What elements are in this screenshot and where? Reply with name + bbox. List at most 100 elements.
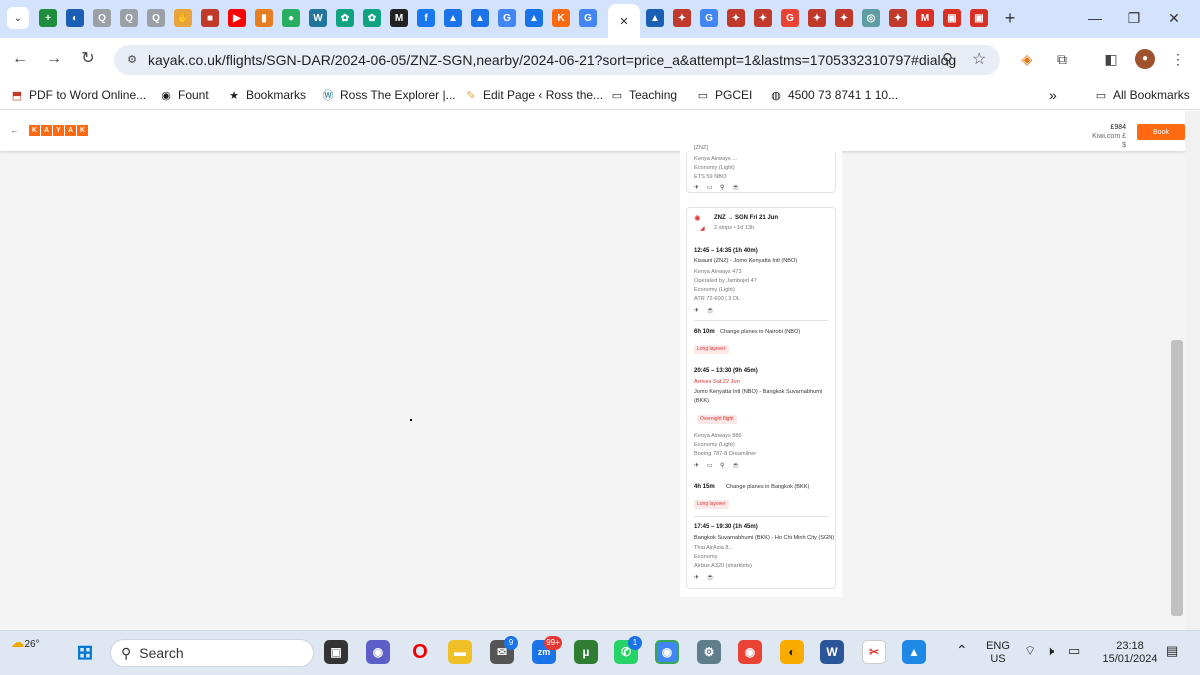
bookmark-item[interactable]: ⬒ PDF to Word Online... bbox=[10, 87, 146, 103]
hand-icon[interactable]: ✋ bbox=[174, 9, 192, 27]
menu-icon[interactable]: ⋮ bbox=[1168, 49, 1188, 69]
bookmark-folder[interactable]: ▭ Teaching bbox=[610, 87, 677, 103]
back-arrow-icon[interactable]: ← bbox=[10, 49, 30, 69]
bookmark-folder[interactable]: ▭ PGCEI bbox=[696, 87, 753, 103]
image-icon[interactable]: ▲ bbox=[471, 9, 489, 27]
image-icon[interactable]: ▲ bbox=[525, 9, 543, 27]
cluster-icon[interactable]: ✦ bbox=[835, 9, 853, 27]
airline-logo-icon: ✺ bbox=[694, 214, 701, 223]
site-settings-icon[interactable]: ⚙ bbox=[124, 52, 140, 68]
document-icon[interactable]: ▣ bbox=[943, 9, 961, 27]
extension-icon[interactable]: ◈ bbox=[1017, 49, 1037, 69]
opera-icon[interactable]: O bbox=[408, 640, 432, 664]
bookmark-icon[interactable]: ▮ bbox=[255, 9, 273, 27]
back-arrow-icon[interactable]: ← bbox=[10, 125, 19, 135]
youtube-icon[interactable]: ▶ bbox=[228, 9, 246, 27]
new-tab-button[interactable]: + bbox=[1000, 8, 1020, 28]
utorrent-icon[interactable]: µ bbox=[574, 640, 598, 664]
segment-subtitle: 2 stops • 1d 13h bbox=[714, 225, 755, 231]
pen-icon: ✎ bbox=[466, 89, 476, 102]
settings-icon[interactable]: ⚙ bbox=[697, 640, 721, 664]
zoom-icon[interactable]: ⚲ bbox=[942, 50, 953, 68]
document-icon[interactable]: ▣ bbox=[970, 9, 988, 27]
kayak-logo[interactable]: KAYAK bbox=[29, 125, 88, 136]
globe-icon[interactable]: ◐ bbox=[66, 9, 84, 27]
close-tab-icon[interactable]: × bbox=[620, 13, 629, 30]
facebook-icon[interactable]: f bbox=[417, 9, 435, 27]
wordpress-icon: Ⓦ bbox=[322, 90, 334, 102]
kayak-icon[interactable]: K bbox=[552, 9, 570, 27]
bookmark-item[interactable]: ★ Bookmarks bbox=[227, 87, 306, 103]
chrome-profile-icon[interactable]: ◉ bbox=[738, 640, 762, 664]
url-text[interactable]: kayak.co.uk/flights/SGN-DAR/2024-06-05/Z… bbox=[148, 52, 956, 68]
layover-duration: 4h 15m bbox=[694, 484, 715, 490]
volume-muted-icon[interactable]: 🕨 bbox=[1046, 644, 1054, 657]
photos-icon[interactable]: ▲ bbox=[902, 640, 926, 664]
minimize-icon[interactable]: — bbox=[1083, 8, 1107, 28]
g-icon[interactable]: G bbox=[700, 9, 718, 27]
side-panel-icon[interactable]: ◧ bbox=[1101, 49, 1121, 69]
word-icon[interactable]: W bbox=[820, 640, 844, 664]
forward-arrow-icon[interactable]: → bbox=[44, 49, 64, 69]
file-explorer-icon[interactable]: ▬ bbox=[448, 640, 472, 664]
cluster-icon[interactable]: ✦ bbox=[673, 9, 691, 27]
battery-icon[interactable]: ▭ bbox=[1068, 644, 1080, 657]
reload-icon[interactable]: ↻ bbox=[78, 49, 98, 69]
cluster-icon[interactable]: ✦ bbox=[889, 9, 907, 27]
weather-widget[interactable]: ☁26° bbox=[8, 635, 42, 651]
app-icon[interactable]: ◐ bbox=[780, 640, 804, 664]
address-bar[interactable]: ⚙ kayak.co.uk/flights/SGN-DAR/2024-06-05… bbox=[114, 45, 1000, 75]
notifications-icon[interactable]: ▤ bbox=[1166, 644, 1178, 657]
wordpress-icon[interactable]: W bbox=[309, 9, 327, 27]
clapper-icon[interactable]: ■ bbox=[201, 9, 219, 27]
task-view-icon[interactable]: ▣ bbox=[324, 640, 348, 664]
sail-icon[interactable]: ▲ bbox=[646, 9, 664, 27]
active-tab[interactable]: × bbox=[608, 4, 640, 38]
book-button[interactable]: Book bbox=[1137, 124, 1185, 140]
profile-avatar[interactable]: ● bbox=[1135, 49, 1155, 69]
wifi-icon[interactable]: ⌔ bbox=[1024, 644, 1036, 657]
bookmarks-overflow-button[interactable]: » bbox=[1049, 87, 1057, 103]
tab-search-dropdown-icon[interactable]: ⌄ bbox=[7, 7, 29, 29]
segment-title: ZNZ → SGN Fri 21 Jun bbox=[714, 215, 779, 221]
extensions-puzzle-icon[interactable]: ⧉ bbox=[1052, 49, 1072, 69]
taskbar-search[interactable]: ⚲ Search bbox=[110, 639, 314, 667]
all-bookmarks-button[interactable]: ▭ All Bookmarks bbox=[1094, 87, 1190, 103]
bookmark-star-icon[interactable]: ☆ bbox=[972, 49, 986, 69]
leg-route: (BKK) bbox=[694, 398, 709, 404]
clock[interactable]: 23:18 15/01/2024 bbox=[1100, 640, 1160, 666]
g-icon[interactable]: G bbox=[579, 9, 597, 27]
bookmark-item[interactable]: ✎ Edit Page ‹ Ross the... bbox=[464, 87, 603, 103]
image-icon[interactable]: ▲ bbox=[444, 9, 462, 27]
scrollbar-thumb[interactable] bbox=[1171, 340, 1183, 616]
layover-text: Change planes in Nairobi (NBO) bbox=[720, 329, 801, 335]
gmail-icon[interactable]: M bbox=[916, 9, 934, 27]
language-indicator[interactable]: ENG US bbox=[982, 640, 1014, 666]
search-icon[interactable]: Q bbox=[147, 9, 165, 27]
leg-aircraft: Boeing 787-8 Dreamliner bbox=[694, 451, 757, 457]
search-icon[interactable]: Q bbox=[120, 9, 138, 27]
chevron-up-icon[interactable]: ⌃ bbox=[956, 643, 968, 657]
cluster-icon[interactable]: ✦ bbox=[727, 9, 745, 27]
bookmark-item[interactable]: Ⓦ Ross The Explorer |... bbox=[321, 87, 456, 103]
cluster-icon[interactable]: ✦ bbox=[754, 9, 772, 27]
openai-icon[interactable]: ✿ bbox=[336, 9, 354, 27]
google-icon[interactable]: G bbox=[781, 9, 799, 27]
chrome-icon[interactable]: ◉ bbox=[655, 640, 679, 664]
cluster-icon[interactable]: ✦ bbox=[808, 9, 826, 27]
teams-icon[interactable]: ◉ bbox=[366, 640, 390, 664]
mm-icon[interactable]: M bbox=[390, 9, 408, 27]
snipping-tool-icon[interactable]: ✂ bbox=[862, 640, 886, 664]
bookmark-item[interactable]: ◉ Fount bbox=[159, 87, 209, 103]
restore-icon[interactable]: ❐ bbox=[1122, 8, 1146, 28]
scrollbar-track[interactable] bbox=[1185, 111, 1200, 630]
start-button[interactable]: ⊞ bbox=[73, 640, 97, 664]
spiral-icon[interactable]: ◎ bbox=[862, 9, 880, 27]
search-icon[interactable]: Q bbox=[93, 9, 111, 27]
sheets-icon[interactable]: + bbox=[39, 9, 57, 27]
g-icon[interactable]: G bbox=[498, 9, 516, 27]
openai-icon[interactable]: ✿ bbox=[363, 9, 381, 27]
chat-icon[interactable]: ● bbox=[282, 9, 300, 27]
bookmark-item[interactable]: ◍ 4500 73 8741 1 10... bbox=[769, 87, 898, 103]
close-window-icon[interactable]: ✕ bbox=[1162, 8, 1186, 28]
